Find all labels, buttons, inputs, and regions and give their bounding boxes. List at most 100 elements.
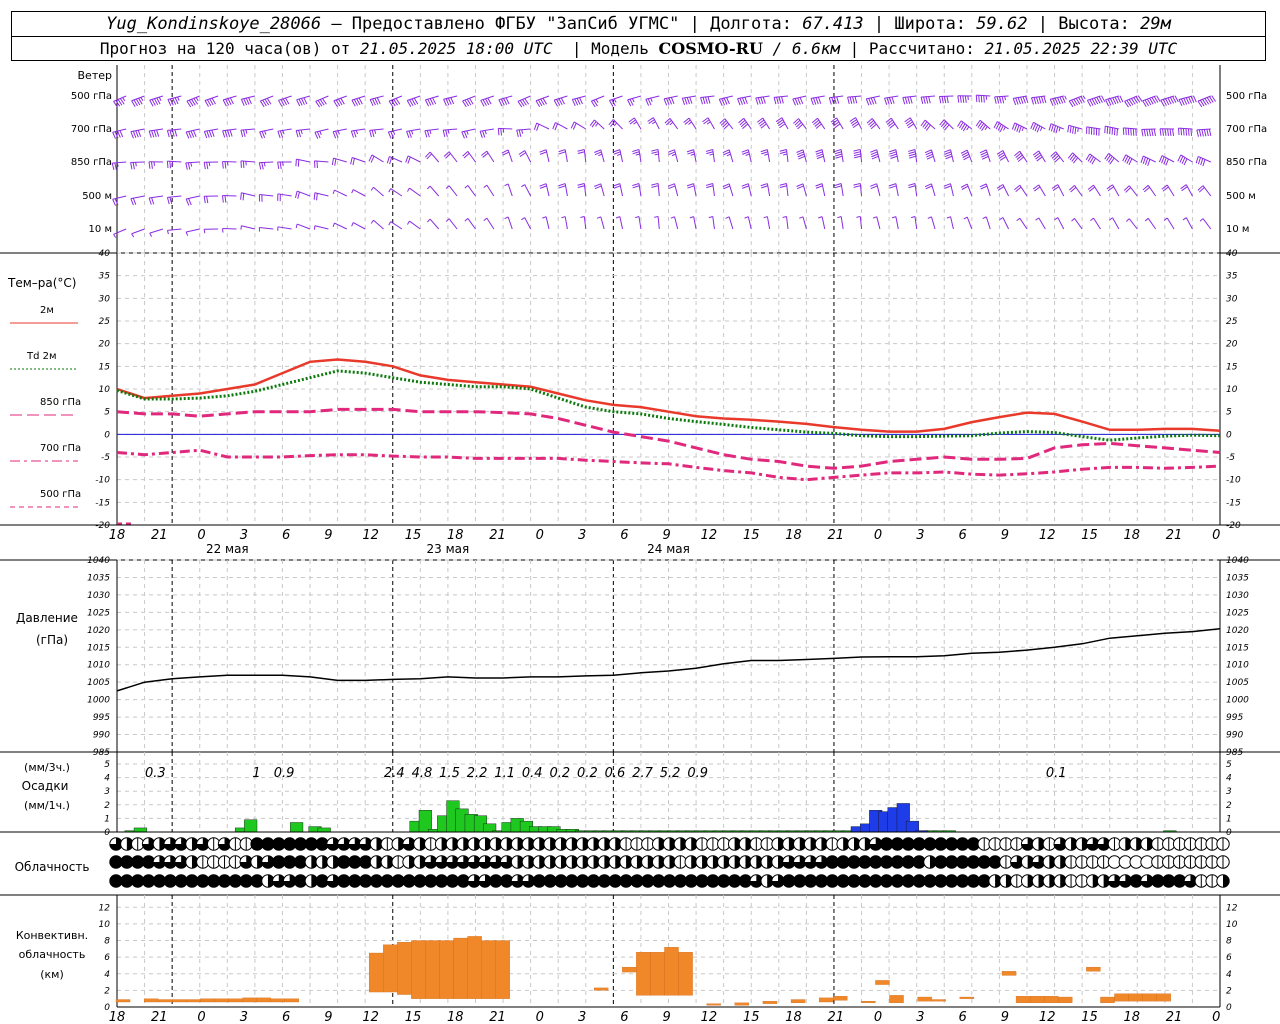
barb-staff [1019,217,1028,230]
barb-feather [868,98,872,106]
barb-feather [902,97,906,105]
hour-tick-label: 21 [1166,1010,1183,1024]
y-tick-label: 1020 [87,626,110,636]
barb-feather [242,193,245,201]
barb-feather [442,129,446,138]
barb-feather [426,218,431,223]
wind-barb [738,117,752,130]
barb-feather [150,161,153,169]
wind-barb [902,95,917,105]
barb-staff [1105,95,1120,101]
barb-staff [486,217,495,230]
hour-tick-label: 0 [197,528,205,543]
barb-feather [1022,96,1026,104]
barb-staff [448,218,458,230]
barb-staff [930,216,936,230]
day-label: 24 мая [647,542,690,556]
pressure-title: Давление [16,611,78,625]
barb-feather [978,95,980,103]
barb-feather [484,130,487,135]
wind-barb [782,215,789,230]
wind-barb [1142,184,1157,197]
y-tick-label: 6 [104,953,110,963]
barb-staff [966,149,973,163]
barb-staff [545,183,550,197]
barb-feather [188,198,192,206]
barb-feather [542,216,547,219]
wind-barb [866,118,881,130]
barb-feather [539,149,547,153]
conv-bar [1029,996,1045,1003]
barb-feather [654,215,659,218]
hour-tick-label: 21 [489,528,506,543]
barb-staff [712,183,715,197]
wind-barb [1086,126,1101,136]
wind-barb [632,183,642,197]
wind-barb [462,95,476,108]
wind-barb [889,149,899,163]
barb-feather [111,162,115,171]
hour-tick-label: 9 [663,1010,671,1024]
wind-barb [719,118,734,130]
barb-staff [728,216,734,230]
barb-feather [577,148,585,152]
barb-feather [1109,98,1114,105]
barb-feather [498,99,503,107]
barb-staff [657,149,660,163]
wind-barb [577,148,587,163]
wind-barb [222,161,237,169]
barb-feather [853,151,861,154]
barb-feather [1169,128,1172,136]
y-tick-label: -20 [1226,521,1241,531]
barb-feather [891,216,897,219]
barb-feather [1031,97,1035,105]
barb-feather [295,130,299,138]
barb-feather [411,130,414,135]
wind-barb [259,95,274,108]
wind-barb [111,161,127,171]
wind-barb [1106,184,1120,197]
barb-feather [943,149,951,153]
cloud-fill [1223,874,1230,888]
barb-feather [909,96,913,104]
barb-feather [166,130,170,138]
barb-feather [1141,129,1144,137]
wind-barb [464,218,476,230]
barb-feather [1182,217,1187,221]
barb-feather [195,97,199,102]
conv-bar [1142,993,1157,1002]
wind-barb [1048,123,1064,134]
barb-feather [1033,97,1037,105]
barb-feather [870,151,878,156]
precip-unit-3h: (мм/3ч.) [24,761,70,774]
wind-barb [957,95,972,103]
y-tick-label: 15 [99,362,111,372]
barb-feather [982,216,987,220]
wind-barb [148,195,164,205]
hour-tick-label: 3 [578,528,586,543]
barb-feather [944,153,952,158]
barb-feather [994,96,997,104]
conv-bar [200,998,215,1003]
day-label: 23 мая [427,542,470,556]
wind-barb [1087,184,1101,197]
barb-feather [137,130,142,137]
wind-barb [539,149,550,163]
wind-barb [818,216,826,230]
wind-barb [240,95,255,106]
barb-staff [802,183,807,197]
barb-staff [594,119,605,130]
barb-feather [316,131,321,139]
barb-feather [1074,127,1077,135]
barb-feather [706,121,711,125]
y-tick-label: 25 [1226,317,1238,327]
wind-barb [351,222,366,230]
barb-feather [572,123,577,130]
barb-feather [577,185,585,189]
wind-barb [1071,218,1083,230]
barb-feather [889,183,897,187]
conv-bar [411,940,426,999]
hour-tick-label: 12 [362,528,379,543]
wind-barb [681,95,697,105]
barb-feather [504,183,509,187]
